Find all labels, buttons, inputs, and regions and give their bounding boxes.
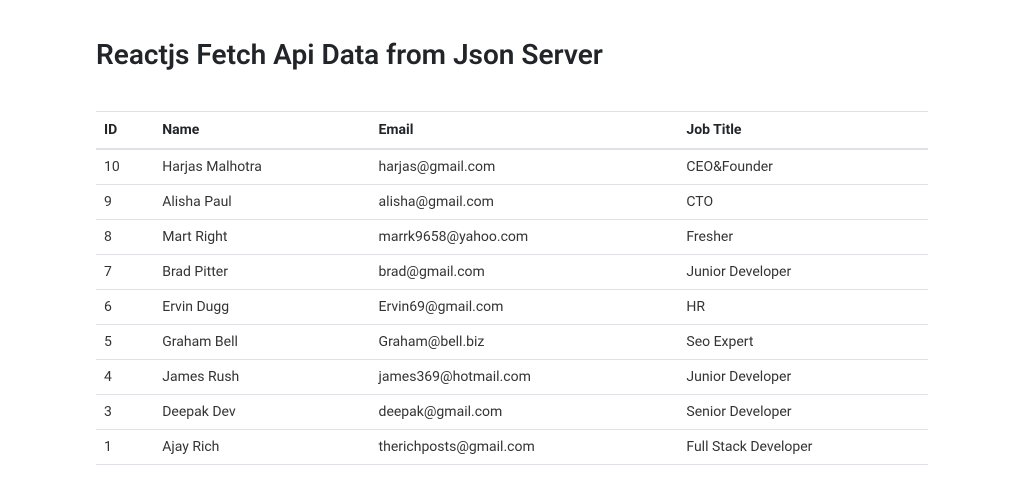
- cell-job_title: Fresher: [678, 220, 928, 255]
- cell-id: 4: [96, 360, 154, 395]
- cell-name: Deepak Dev: [154, 395, 370, 430]
- cell-name: Mart Right: [154, 220, 370, 255]
- cell-name: James Rush: [154, 360, 370, 395]
- table-header-row: ID Name Email Job Title: [96, 112, 928, 150]
- cell-job_title: Junior Developer: [678, 360, 928, 395]
- cell-name: Ajay Rich: [154, 430, 370, 465]
- cell-email: harjas@gmail.com: [371, 149, 679, 185]
- cell-name: Brad Pitter: [154, 255, 370, 290]
- table-row: 4James Rushjames369@hotmail.comJunior De…: [96, 360, 928, 395]
- table-row: 3Deepak Devdeepak@gmail.comSenior Develo…: [96, 395, 928, 430]
- cell-id: 5: [96, 325, 154, 360]
- cell-id: 9: [96, 185, 154, 220]
- table-row: 7Brad Pitterbrad@gmail.comJunior Develop…: [96, 255, 928, 290]
- table-row: 5Graham BellGraham@bell.bizSeo Expert: [96, 325, 928, 360]
- cell-name: Alisha Paul: [154, 185, 370, 220]
- table-row: 8Mart Rightmarrk9658@yahoo.comFresher: [96, 220, 928, 255]
- cell-job_title: CTO: [678, 185, 928, 220]
- cell-email: james369@hotmail.com: [371, 360, 679, 395]
- cell-name: Graham Bell: [154, 325, 370, 360]
- cell-id: 1: [96, 430, 154, 465]
- table-row: 6Ervin DuggErvin69@gmail.comHR: [96, 290, 928, 325]
- cell-name: Ervin Dugg: [154, 290, 370, 325]
- col-header-name: Name: [154, 112, 370, 150]
- cell-email: Graham@bell.biz: [371, 325, 679, 360]
- cell-id: 3: [96, 395, 154, 430]
- table-row: 10Harjas Malhotraharjas@gmail.comCEO&Fou…: [96, 149, 928, 185]
- cell-job_title: Full Stack Developer: [678, 430, 928, 465]
- cell-id: 7: [96, 255, 154, 290]
- cell-email: marrk9658@yahoo.com: [371, 220, 679, 255]
- cell-job_title: Senior Developer: [678, 395, 928, 430]
- cell-email: therichposts@gmail.com: [371, 430, 679, 465]
- cell-job_title: Seo Expert: [678, 325, 928, 360]
- table-row: 9Alisha Paulalisha@gmail.comCTO: [96, 185, 928, 220]
- cell-job_title: CEO&Founder: [678, 149, 928, 185]
- cell-job_title: Junior Developer: [678, 255, 928, 290]
- col-header-job-title: Job Title: [678, 112, 928, 150]
- data-table: ID Name Email Job Title 10Harjas Malhotr…: [96, 111, 928, 465]
- col-header-id: ID: [96, 112, 154, 150]
- cell-name: Harjas Malhotra: [154, 149, 370, 185]
- cell-email: deepak@gmail.com: [371, 395, 679, 430]
- col-header-email: Email: [371, 112, 679, 150]
- cell-job_title: HR: [678, 290, 928, 325]
- cell-email: alisha@gmail.com: [371, 185, 679, 220]
- page-title: Reactjs Fetch Api Data from Json Server: [96, 38, 928, 71]
- cell-id: 6: [96, 290, 154, 325]
- cell-email: Ervin69@gmail.com: [371, 290, 679, 325]
- table-row: 1Ajay Richtherichposts@gmail.comFull Sta…: [96, 430, 928, 465]
- cell-id: 8: [96, 220, 154, 255]
- cell-id: 10: [96, 149, 154, 185]
- cell-email: brad@gmail.com: [371, 255, 679, 290]
